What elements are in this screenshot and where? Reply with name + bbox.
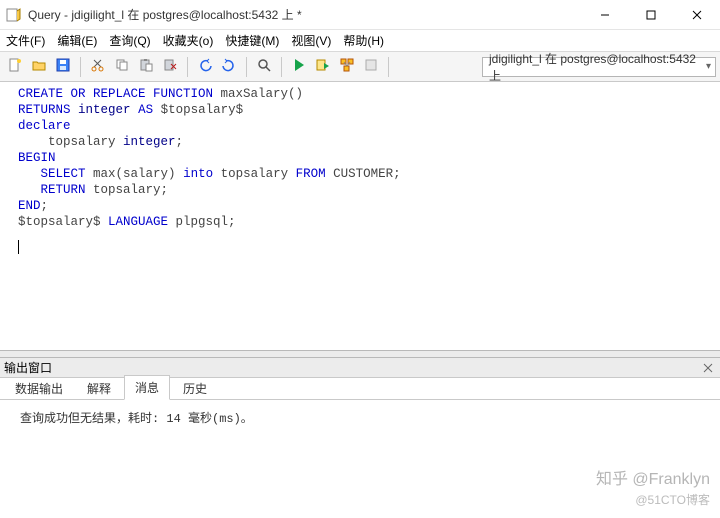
run-pgscript-icon	[315, 57, 331, 76]
redo-button[interactable]	[218, 56, 240, 78]
copy-button[interactable]	[111, 56, 133, 78]
output-title-text: 输出窗口	[4, 359, 52, 376]
paste-icon	[138, 57, 154, 76]
toolbar-separator	[80, 57, 81, 77]
tab-history[interactable]: 历史	[172, 376, 218, 400]
run-pgscript-button[interactable]	[312, 56, 334, 78]
sql-code[interactable]: CREATE OR REPLACE FUNCTION maxSalary() R…	[18, 86, 714, 230]
new-file-button[interactable]	[4, 56, 26, 78]
menu-help[interactable]: 帮助(H)	[343, 32, 384, 49]
paste-button[interactable]	[135, 56, 157, 78]
app-icon	[6, 7, 22, 23]
run-icon	[291, 57, 307, 76]
clear-button[interactable]	[159, 56, 181, 78]
menu-file[interactable]: 文件(F)	[6, 32, 45, 49]
menu-view[interactable]: 视图(V)	[291, 32, 331, 49]
chevron-down-icon: ▾	[706, 61, 711, 72]
open-button[interactable]	[28, 56, 50, 78]
undo-button[interactable]	[194, 56, 216, 78]
new-file-icon	[7, 57, 23, 76]
connection-label: jdigilight_l 在 postgres@localhost:5432 上	[489, 50, 706, 84]
connection-combo[interactable]: jdigilight_l 在 postgres@localhost:5432 上…	[482, 57, 716, 77]
redo-icon	[221, 57, 237, 76]
tab-messages[interactable]: 消息	[124, 375, 170, 400]
search-icon	[256, 57, 272, 76]
tab-data-output[interactable]: 数据输出	[4, 376, 74, 400]
save-icon	[55, 57, 71, 76]
toolbar: jdigilight_l 在 postgres@localhost:5432 上…	[0, 52, 720, 82]
toolbar-separator	[388, 57, 389, 77]
cut-button[interactable]	[87, 56, 109, 78]
output-message: 查询成功但无结果，耗时: 14 毫秒(ms)。	[20, 410, 714, 428]
explain-icon	[339, 57, 355, 76]
stop-icon	[363, 57, 379, 76]
clear-icon	[162, 57, 178, 76]
stop-button[interactable]	[360, 56, 382, 78]
tab-explain[interactable]: 解释	[76, 376, 122, 400]
minimize-button[interactable]	[582, 0, 628, 30]
copy-icon	[114, 57, 130, 76]
window-title: Query - jdigilight_l 在 postgres@localhos…	[28, 6, 582, 23]
save-button[interactable]	[52, 56, 74, 78]
output-tabs: 数据输出 解释 消息 历史	[0, 378, 720, 400]
output-panel-title: 输出窗口	[0, 358, 720, 378]
cut-icon	[90, 57, 106, 76]
explain-button[interactable]	[336, 56, 358, 78]
run-button[interactable]	[288, 56, 310, 78]
output-body: 查询成功但无结果，耗时: 14 毫秒(ms)。	[0, 400, 720, 500]
text-cursor	[18, 240, 714, 254]
menu-edit[interactable]: 编辑(E)	[57, 32, 97, 49]
sql-editor[interactable]: CREATE OR REPLACE FUNCTION maxSalary() R…	[0, 82, 720, 350]
open-folder-icon	[31, 57, 47, 76]
menu-favorites[interactable]: 收藏夹(o)	[163, 32, 214, 49]
pin-icon[interactable]	[700, 360, 716, 376]
titlebar: Query - jdigilight_l 在 postgres@localhos…	[0, 0, 720, 30]
menu-shortcuts[interactable]: 快捷键(M)	[225, 32, 279, 49]
close-button[interactable]	[674, 0, 720, 30]
toolbar-separator	[187, 57, 188, 77]
maximize-button[interactable]	[628, 0, 674, 30]
undo-icon	[197, 57, 213, 76]
toolbar-separator	[246, 57, 247, 77]
horizontal-splitter[interactable]	[0, 350, 720, 358]
search-button[interactable]	[253, 56, 275, 78]
toolbar-separator	[281, 57, 282, 77]
menu-query[interactable]: 查询(Q)	[109, 32, 150, 49]
